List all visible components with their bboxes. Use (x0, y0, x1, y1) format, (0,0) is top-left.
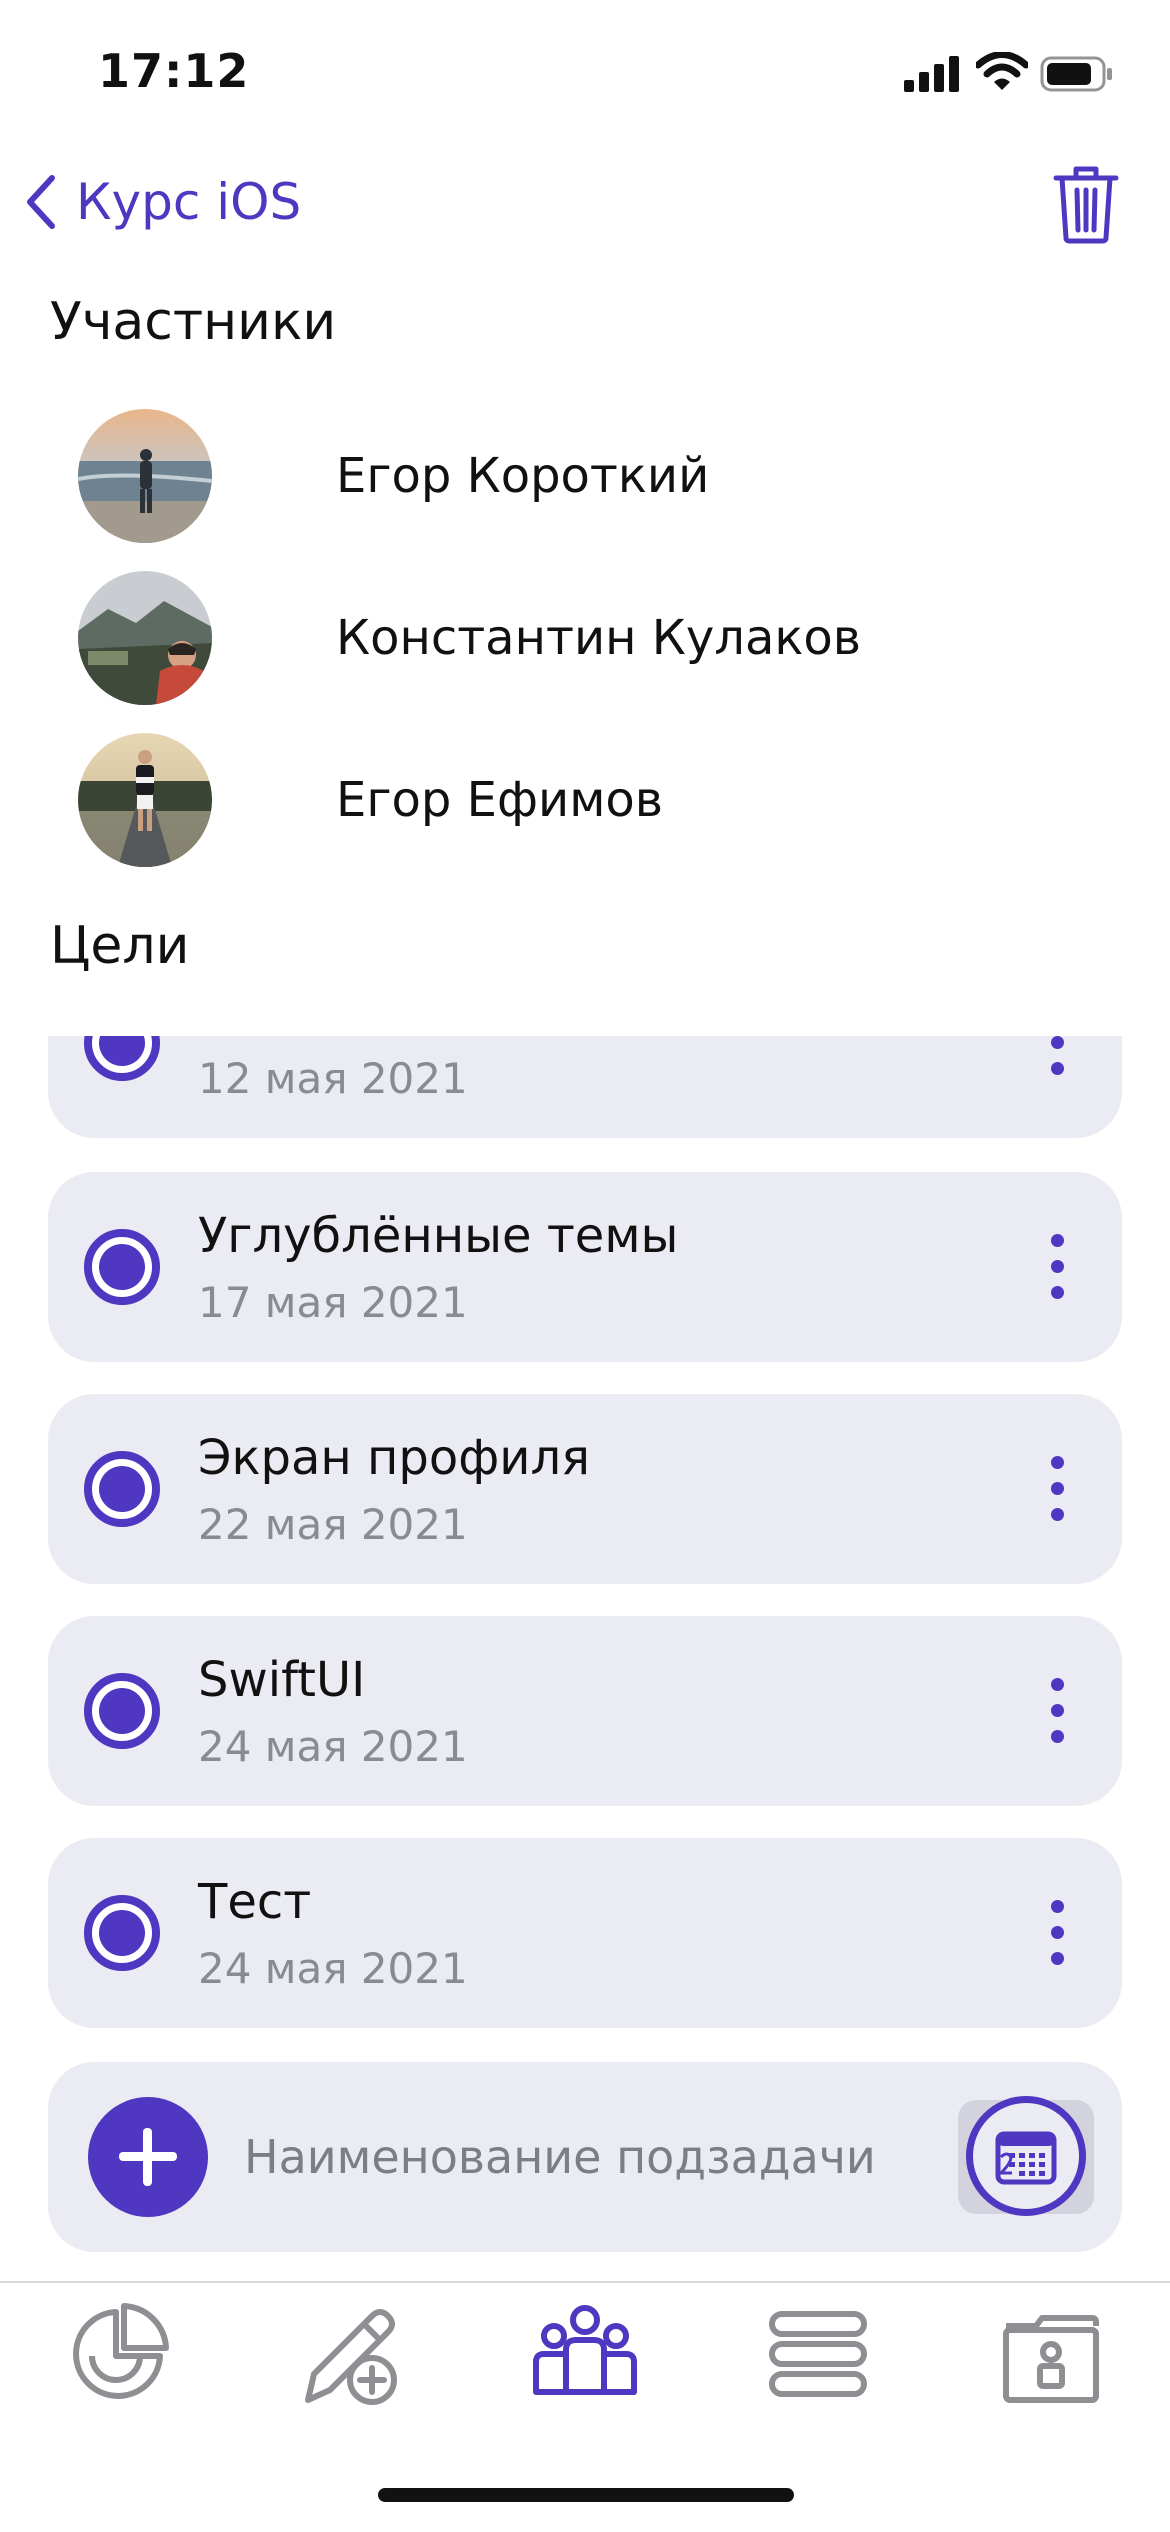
more-icon[interactable] (1042, 1036, 1072, 1076)
goal-title: SwiftUI (198, 1652, 366, 1708)
goal-card[interactable]: Углублённые темы 17 мая 2021 (48, 1172, 1122, 1362)
status-bar: 17:12 (0, 0, 1170, 140)
goal-status-toggle[interactable] (84, 1451, 160, 1527)
avatar (78, 409, 212, 543)
goal-date: 12 мая 2021 (198, 1054, 468, 1103)
chevron-left-icon (27, 175, 55, 229)
goal-date: 22 мая 2021 (198, 1500, 468, 1549)
more-icon[interactable] (1042, 1678, 1072, 1744)
goal-card[interactable]: Экран профиля 22 мая 2021 (48, 1394, 1122, 1584)
tab-new-task[interactable] (298, 2300, 408, 2410)
tab-groups[interactable] (530, 2300, 640, 2410)
goal-status-toggle[interactable] (84, 1036, 160, 1081)
list-icon (769, 2311, 867, 2397)
tab-lists[interactable] (764, 2300, 874, 2410)
more-icon[interactable] (1042, 1900, 1072, 1966)
back-label: Курс iOS (76, 173, 302, 231)
pen-add-icon (305, 2309, 397, 2405)
avatar (78, 733, 212, 867)
subtask-name-input[interactable] (244, 2117, 944, 2197)
goal-card[interactable]: 12 мая 2021 (48, 1036, 1122, 1138)
home-indicator (378, 2488, 794, 2502)
more-icon[interactable] (1042, 1456, 1072, 1522)
tab-statistics[interactable] (64, 2300, 174, 2410)
goal-date: 17 мая 2021 (198, 1278, 468, 1327)
goal-title: Экран профиля (198, 1430, 591, 1486)
status-time: 17:12 (98, 44, 250, 98)
goal-status-toggle[interactable] (84, 1895, 160, 1971)
calendar-button[interactable] (958, 2096, 1094, 2216)
people-icon (533, 2305, 637, 2395)
goal-date: 24 мая 2021 (198, 1722, 468, 1771)
members-title: Участники (50, 292, 337, 352)
folder-person-icon (1003, 2315, 1099, 2403)
pie-chart-icon (73, 2303, 169, 2399)
delete-button[interactable] (1052, 164, 1120, 244)
goals-title: Цели (50, 916, 190, 976)
battery-icon (1040, 56, 1112, 92)
member-row[interactable]: Константин Кулаков (78, 570, 1118, 706)
wifi-icon (976, 52, 1028, 90)
add-subtask-bar (48, 2062, 1122, 2252)
tab-bar-divider (0, 2281, 1170, 2283)
calendar-icon (995, 2131, 1057, 2185)
goal-card[interactable]: Тест 24 мая 2021 (48, 1838, 1122, 2028)
member-name: Егор Короткий (336, 448, 710, 504)
goal-card[interactable]: SwiftUI 24 мая 2021 (48, 1616, 1122, 1806)
member-row[interactable]: Егор Короткий (78, 408, 1118, 544)
goal-date: 24 мая 2021 (198, 1944, 468, 1993)
avatar (78, 571, 212, 705)
goal-title: Углублённые темы (198, 1208, 679, 1264)
add-subtask-button[interactable] (88, 2097, 208, 2217)
member-row[interactable]: Егор Ефимов (78, 732, 1118, 868)
goal-title: Тест (198, 1874, 312, 1930)
calendar-ring (966, 2096, 1086, 2216)
member-name: Егор Ефимов (336, 772, 664, 828)
more-icon[interactable] (1042, 1234, 1072, 1300)
back-button[interactable]: Курс iOS (22, 172, 301, 232)
goal-status-toggle[interactable] (84, 1673, 160, 1749)
goal-status-toggle[interactable] (84, 1229, 160, 1305)
tab-profile[interactable] (996, 2300, 1106, 2410)
trash-icon (1053, 166, 1119, 244)
member-name: Константин Кулаков (336, 610, 861, 666)
signal-icon (904, 56, 959, 92)
